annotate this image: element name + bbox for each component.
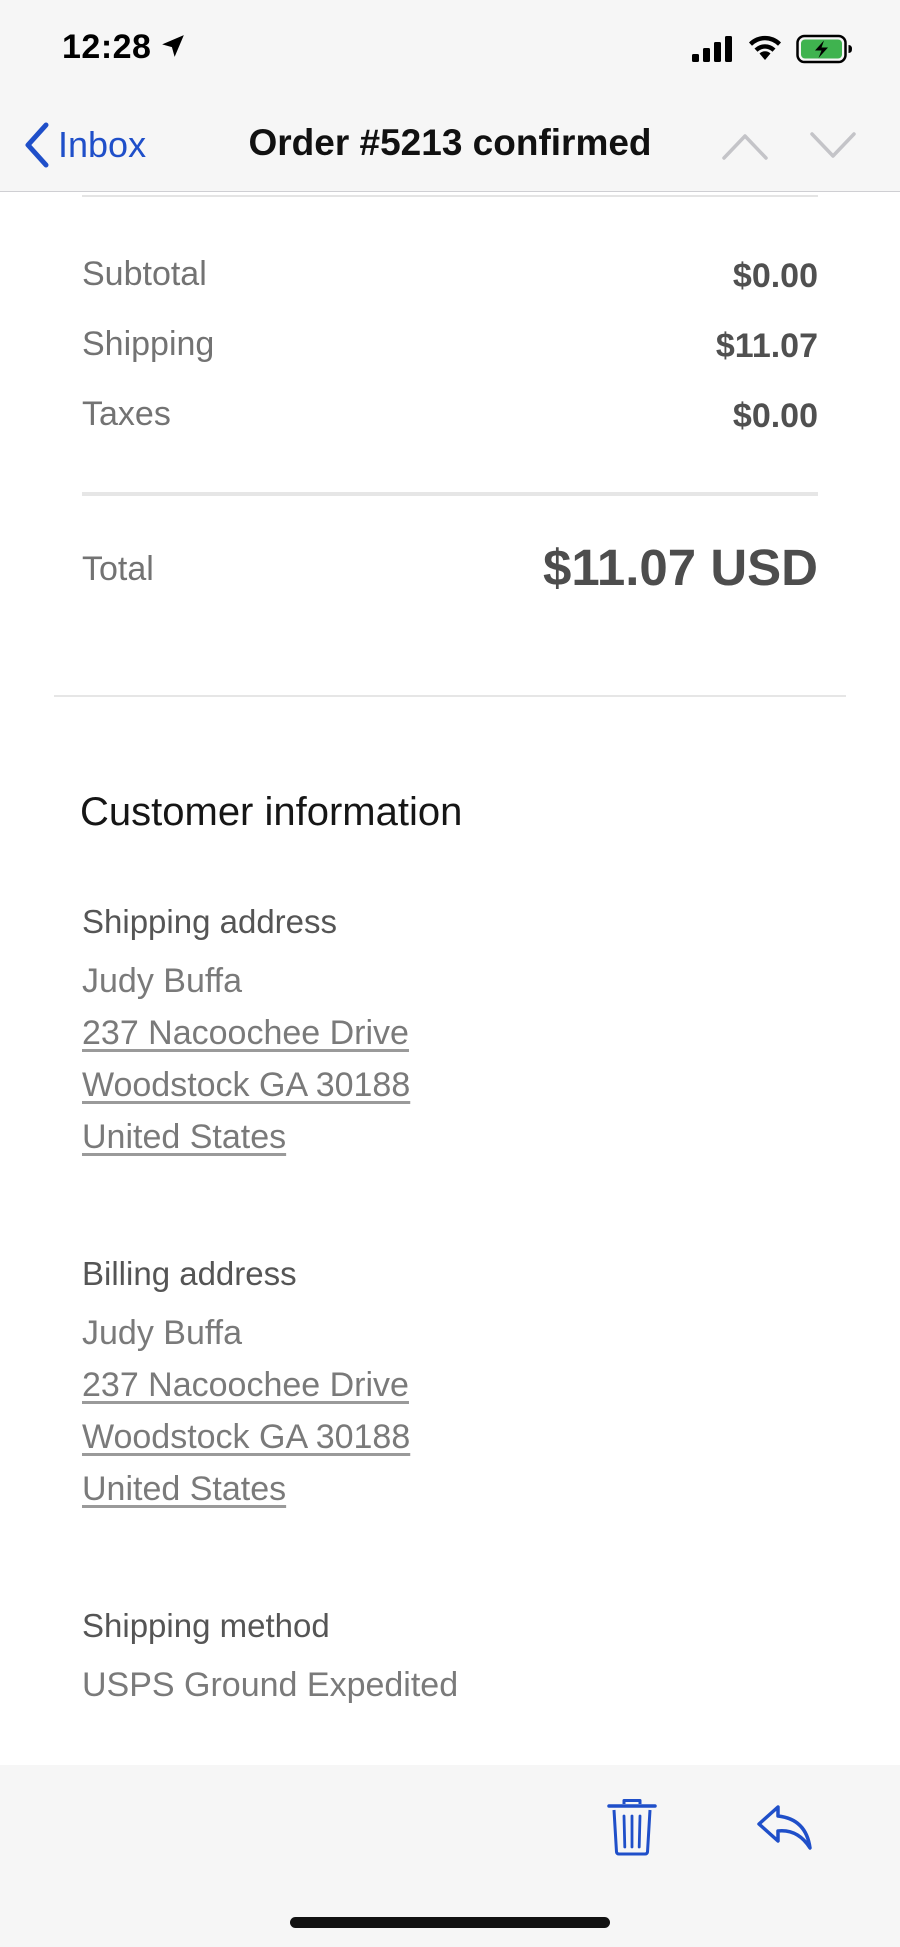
shipping-method-heading: Shipping method xyxy=(82,1607,330,1644)
chevron-up-icon[interactable] xyxy=(720,126,770,166)
nav-bar: Inbox Order #5213 confirmed xyxy=(0,100,900,192)
shipping-method-value: USPS Ground Expedited xyxy=(82,1666,459,1704)
summary-label: Shipping xyxy=(82,325,215,363)
summary-value: $11.07 xyxy=(715,327,818,365)
status-bar: 12:28 xyxy=(0,0,900,100)
billing-address-heading: Billing address xyxy=(82,1255,297,1292)
chevron-down-icon[interactable] xyxy=(808,126,858,166)
total-value: $11.07 USD xyxy=(542,539,818,596)
bottom-toolbar xyxy=(0,1765,900,1947)
summary-row-subtotal: Subtotal $0.00 xyxy=(82,255,818,305)
shipping-address-city-link[interactable]: Woodstock GA 30188 xyxy=(82,1066,410,1105)
billing-address-name: Judy Buffa xyxy=(82,1314,243,1352)
summary-label: Taxes xyxy=(82,395,171,433)
shipping-address-country-link[interactable]: United States xyxy=(82,1118,286,1157)
shipping-address-street-link[interactable]: 237 Nacoochee Drive xyxy=(82,1014,409,1053)
mail-screen: 12:28 Inbox Order #5213 confirmed Subtot… xyxy=(0,0,900,1947)
home-indicator[interactable] xyxy=(290,1917,610,1928)
shipping-address-heading: Shipping address xyxy=(82,903,338,940)
summary-row-shipping: Shipping $11.07 xyxy=(82,325,818,375)
wifi-icon xyxy=(749,35,781,60)
billing-address-street-link[interactable]: 237 Nacoochee Drive xyxy=(82,1366,409,1405)
divider xyxy=(82,195,818,197)
billing-address-country-link[interactable]: United States xyxy=(82,1470,286,1509)
status-time: 12:28 xyxy=(62,28,152,66)
customer-information-title: Customer information xyxy=(80,790,463,834)
summary-row-taxes: Taxes $0.00 xyxy=(82,395,818,445)
billing-address-city-link[interactable]: Woodstock GA 30188 xyxy=(82,1418,410,1457)
summary-label: Subtotal xyxy=(82,255,207,293)
shipping-address-name: Judy Buffa xyxy=(82,962,243,1000)
location-arrow-icon xyxy=(162,35,184,57)
summary-value: $0.00 xyxy=(732,257,818,295)
divider xyxy=(82,492,818,496)
summary-value: $0.00 xyxy=(732,397,818,435)
cellular-signal-icon xyxy=(692,36,732,62)
total-label: Total xyxy=(82,550,154,588)
trash-icon[interactable] xyxy=(606,1798,658,1856)
email-body[interactable]: Subtotal $0.00 Shipping $11.07 Taxes $0.… xyxy=(0,192,900,1765)
battery-charging-icon xyxy=(796,34,852,64)
section-divider xyxy=(54,695,846,697)
reply-icon[interactable] xyxy=(756,1803,814,1853)
